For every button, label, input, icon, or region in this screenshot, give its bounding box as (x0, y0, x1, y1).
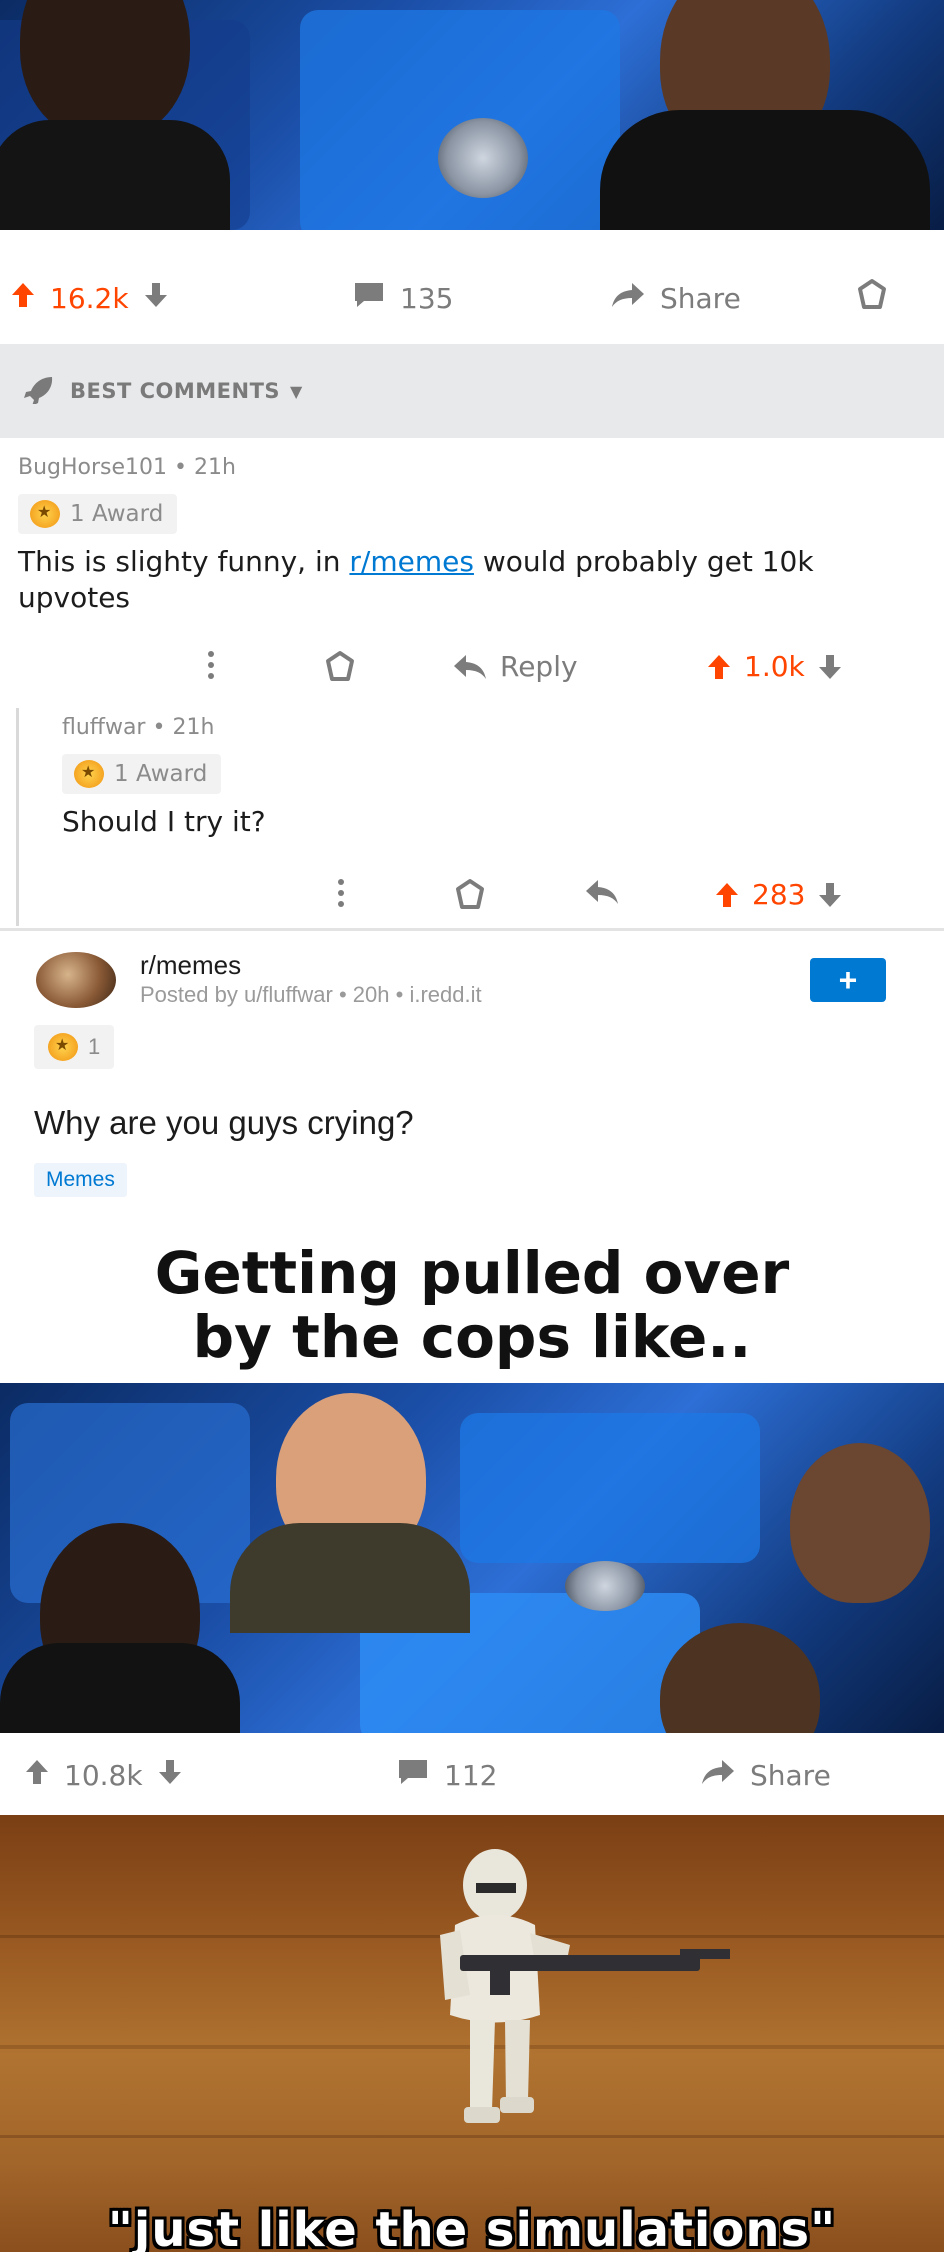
rocket-icon (22, 374, 56, 409)
award-outline-icon[interactable] (452, 878, 488, 919)
comment-count: 112 (444, 1758, 498, 1792)
downvote-icon[interactable] (143, 281, 169, 316)
comment-sort-selector[interactable]: BEST COMMENTS ▼ (0, 344, 944, 438)
comment-meta: fluffwar • 21h (62, 715, 215, 740)
comment-meta: BugHorse101 • 21h (18, 455, 236, 480)
comment-icon (352, 281, 386, 316)
comment-award-badge[interactable]: 1 Award (62, 754, 222, 794)
vote-count: 1.0k (744, 650, 805, 683)
award-outline-icon[interactable] (322, 650, 358, 691)
more-options-icon[interactable] (206, 650, 216, 687)
comment-body: Should I try it? (62, 805, 266, 838)
post-meta: Posted by u/fluffwar • 20h • i.redd.it (140, 982, 482, 1007)
subreddit-avatar[interactable] (36, 952, 116, 1008)
comment-age: 21h (194, 455, 236, 480)
comments-button[interactable]: 112 (396, 1758, 497, 1793)
comment-reply: fluffwar • 21h 1 Award Should I try it? (62, 715, 922, 840)
award-outline-icon (854, 278, 890, 319)
reply-icon[interactable] (584, 878, 620, 913)
comment-actions: 283 (0, 876, 944, 920)
chevron-down-icon: ▼ (290, 381, 303, 401)
divider (0, 928, 944, 931)
meme-caption: Getting pulled over by the cops like.. (0, 1225, 944, 1383)
upvote-icon[interactable] (10, 281, 36, 316)
award-count: 1 (88, 1034, 101, 1059)
upvote-icon[interactable] (24, 1758, 50, 1793)
post-domain[interactable]: i.redd.it (409, 982, 481, 1007)
award-icon (30, 500, 60, 528)
award-label: 1 Award (70, 501, 164, 527)
trooper-figure-icon (440, 1849, 730, 2123)
award-icon (74, 760, 104, 788)
sort-label: BEST COMMENTS (70, 379, 281, 403)
comment: BugHorse101 • 21h 1 Award This is slight… (18, 455, 918, 616)
comment-actions: Reply 1.0k (0, 648, 944, 692)
share-label: Share (660, 281, 741, 315)
share-icon (610, 281, 646, 316)
post-title[interactable]: Why are you guys crying? (34, 1104, 414, 1142)
meme-bottom-caption: "just like the simulations" (107, 2202, 837, 2252)
upvote-icon (708, 654, 730, 679)
reply-button[interactable]: Reply (452, 650, 578, 683)
post-image[interactable] (0, 1383, 944, 1733)
top-post-votes: 16.2k (10, 281, 169, 316)
comment-award-badge[interactable]: 1 Award (18, 494, 178, 534)
downvote-icon (819, 882, 842, 907)
share-button[interactable]: Share (700, 1758, 831, 1793)
vote-count: 10.8k (64, 1758, 143, 1792)
more-options-icon[interactable] (336, 878, 346, 915)
comments-button[interactable]: 135 (352, 281, 453, 316)
post-award-badge[interactable]: 1 (34, 1025, 115, 1069)
subreddit-link[interactable]: r/memes (349, 545, 474, 578)
top-post-action-bar: 16.2k 135 Share (0, 258, 944, 338)
comment-votes: 283 (714, 878, 843, 911)
share-button[interactable]: Share (610, 281, 741, 316)
top-post-image[interactable] (0, 0, 944, 230)
comment-count: 135 (400, 281, 454, 315)
comment-author[interactable]: BugHorse101 (18, 455, 167, 480)
award-icon (48, 1033, 78, 1061)
comment-body: This is slighty funny, in r/memes would … (18, 545, 814, 614)
subreddit-name[interactable]: r/memes (140, 950, 241, 981)
post-flair[interactable]: Memes (34, 1163, 127, 1197)
award-button[interactable] (854, 278, 890, 319)
post-author[interactable]: Posted by u/fluffwar (140, 982, 333, 1007)
downvote-icon[interactable] (157, 1758, 183, 1793)
post-age: 20h (352, 982, 390, 1007)
join-button[interactable]: + (810, 958, 886, 1002)
comment-age: 21h (172, 715, 215, 740)
reply-icon (454, 654, 486, 679)
upvote-icon (716, 882, 738, 907)
comment-author[interactable]: fluffwar (62, 715, 145, 740)
downvote-icon (818, 654, 841, 679)
comment-votes: 1.0k (706, 650, 843, 683)
post-action-bar: 10.8k 112 Share (0, 1740, 944, 1810)
reply-label: Reply (500, 650, 578, 683)
share-label: Share (750, 1758, 831, 1792)
vote-count: 283 (752, 878, 806, 911)
post-votes: 10.8k (24, 1758, 183, 1793)
vote-count: 16.2k (50, 281, 129, 315)
share-icon (700, 1758, 736, 1793)
award-label: 1 Award (114, 761, 208, 787)
comment-icon (396, 1758, 430, 1793)
reaction-meme-image: "just like the simulations" (0, 1815, 944, 2252)
